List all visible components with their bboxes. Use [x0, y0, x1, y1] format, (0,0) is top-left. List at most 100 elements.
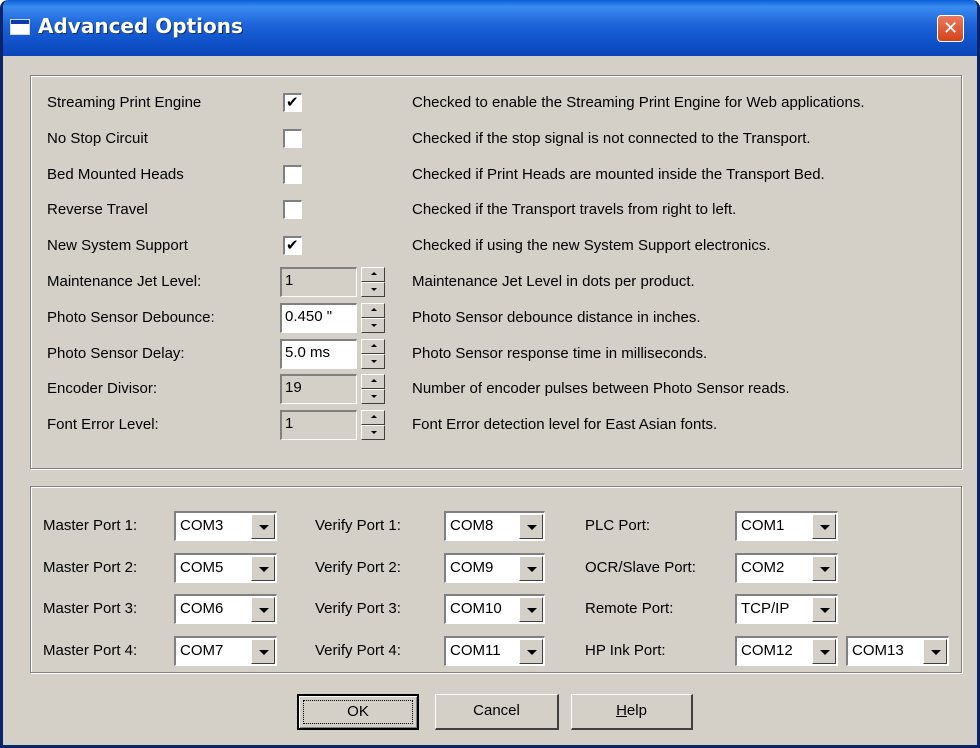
spin-up-button[interactable]	[361, 374, 385, 389]
dropdown-button[interactable]	[519, 514, 543, 539]
ok-button[interactable]: OK	[297, 694, 419, 730]
combo-value: COM2	[741, 559, 785, 576]
checkmark-icon: ✔	[286, 236, 299, 254]
help-button[interactable]: Help	[571, 694, 693, 730]
spin-value-field[interactable]: 1	[280, 267, 357, 297]
dropdown-button[interactable]	[812, 514, 836, 539]
other-port-combo[interactable]: COM2	[735, 553, 838, 583]
other-port-label: PLC Port:	[585, 517, 651, 534]
dropdown-button[interactable]	[519, 639, 543, 664]
spin-down-button[interactable]	[361, 354, 385, 369]
spin-value-field[interactable]: 5.0 ms	[280, 339, 357, 369]
chevron-down-icon	[820, 608, 830, 613]
option-label: No Stop Circuit	[47, 130, 148, 147]
spin-up-button[interactable]	[361, 339, 385, 354]
close-button[interactable]: ✕	[937, 15, 964, 42]
option-label: Streaming Print Engine	[47, 94, 202, 111]
chevron-down-icon	[820, 525, 830, 530]
spin-up-button[interactable]	[361, 303, 385, 318]
dialog-client-area: Streaming Print Engine ✔ Checked to enable…	[3, 56, 977, 745]
dropdown-button[interactable]	[251, 514, 275, 539]
master-port-combo[interactable]: COM5	[174, 553, 277, 583]
other-port-combo[interactable]: COM1	[735, 511, 838, 541]
window-title: Advanced Options	[38, 14, 243, 38]
dropdown-button[interactable]	[812, 597, 836, 622]
option-checkbox[interactable]	[283, 165, 302, 184]
spin-value-field[interactable]: 1	[280, 410, 357, 440]
other-port-label: HP Ink Port:	[585, 642, 666, 659]
cancel-button[interactable]: Cancel	[435, 694, 559, 730]
spin-down-button[interactable]	[361, 282, 385, 297]
other-port-combo[interactable]: TCP/IP	[735, 594, 838, 624]
option-description: Checked if Print Heads are mounted insid…	[412, 166, 825, 183]
option-label: New System Support	[47, 237, 188, 254]
verify-port-combo[interactable]: COM9	[444, 553, 545, 583]
spin-value-field[interactable]: 19	[280, 374, 357, 404]
verify-port-combo[interactable]: COM8	[444, 511, 545, 541]
arrow-up-icon	[371, 415, 377, 418]
dropdown-button[interactable]	[251, 597, 275, 622]
chevron-down-icon	[259, 608, 269, 613]
combo-value: COM1	[741, 517, 785, 534]
spin-buttons	[361, 410, 385, 440]
option-checkbox[interactable]	[283, 200, 302, 219]
dropdown-button[interactable]	[812, 556, 836, 581]
dropdown-button[interactable]	[251, 556, 275, 581]
chevron-down-icon	[259, 525, 269, 530]
dropdown-button[interactable]	[519, 597, 543, 622]
verify-port-combo[interactable]: COM11	[444, 636, 545, 666]
dropdown-button[interactable]	[812, 639, 836, 664]
title-bar[interactable]: Advanced Options ✕	[3, 0, 977, 56]
spin-up-button[interactable]	[361, 267, 385, 282]
option-description: Font Error detection level for East Asia…	[412, 416, 718, 433]
combo-value: COM9	[450, 559, 494, 576]
spin-down-button[interactable]	[361, 389, 385, 404]
combo-value: TCP/IP	[741, 600, 790, 617]
option-checkbox[interactable]: ✔	[283, 236, 302, 255]
verify-port-label: Verify Port 2:	[315, 559, 401, 576]
verify-port-combo[interactable]: COM10	[444, 594, 545, 624]
master-port-combo[interactable]: COM6	[174, 594, 277, 624]
verify-port-label: Verify Port 4:	[315, 642, 401, 659]
chevron-down-icon	[820, 650, 830, 655]
master-port-combo[interactable]: COM3	[174, 511, 277, 541]
arrow-down-icon	[371, 395, 377, 398]
dropdown-button[interactable]	[519, 556, 543, 581]
other-port-combo-secondary[interactable]: COM13	[846, 636, 949, 666]
chevron-down-icon	[527, 608, 537, 613]
spin-down-button[interactable]	[361, 425, 385, 440]
other-port-label: OCR/Slave Port:	[585, 559, 696, 576]
combo-value: COM12	[741, 642, 793, 659]
spin-buttons	[361, 374, 385, 404]
option-description: Checked if the Transport travels from ri…	[412, 201, 737, 218]
option-checkbox[interactable]: ✔	[283, 93, 302, 112]
combo-value: COM3	[180, 517, 224, 534]
combo-value: COM6	[180, 600, 224, 617]
advanced-options-dialog: Advanced Options ✕ Streaming Print Engin…	[0, 0, 980, 748]
arrow-up-icon	[371, 344, 377, 347]
help-mnemonic: H	[616, 702, 627, 719]
other-port-combo[interactable]: COM12	[735, 636, 838, 666]
window-icon	[10, 19, 30, 35]
chevron-down-icon	[931, 650, 941, 655]
option-label: Encoder Divisor:	[47, 380, 158, 397]
chevron-down-icon	[820, 567, 830, 572]
master-port-label: Master Port 4:	[43, 642, 138, 659]
option-checkbox[interactable]	[283, 129, 302, 148]
master-port-label: Master Port 2:	[43, 559, 138, 576]
spin-up-button[interactable]	[361, 410, 385, 425]
option-label: Reverse Travel	[47, 201, 148, 218]
master-port-combo[interactable]: COM7	[174, 636, 277, 666]
dropdown-button[interactable]	[251, 639, 275, 664]
dropdown-button[interactable]	[923, 639, 947, 664]
option-description: Photo Sensor response time in millisecon…	[412, 345, 708, 362]
verify-port-label: Verify Port 3:	[315, 600, 401, 617]
spin-buttons	[361, 267, 385, 297]
spin-down-button[interactable]	[361, 318, 385, 333]
focus-rectangle	[303, 700, 413, 724]
arrow-up-icon	[371, 308, 377, 311]
chevron-down-icon	[259, 567, 269, 572]
option-label: Maintenance Jet Level:	[47, 273, 202, 290]
spin-value-field[interactable]: 0.450 "	[280, 303, 357, 333]
option-label: Font Error Level:	[47, 416, 159, 433]
